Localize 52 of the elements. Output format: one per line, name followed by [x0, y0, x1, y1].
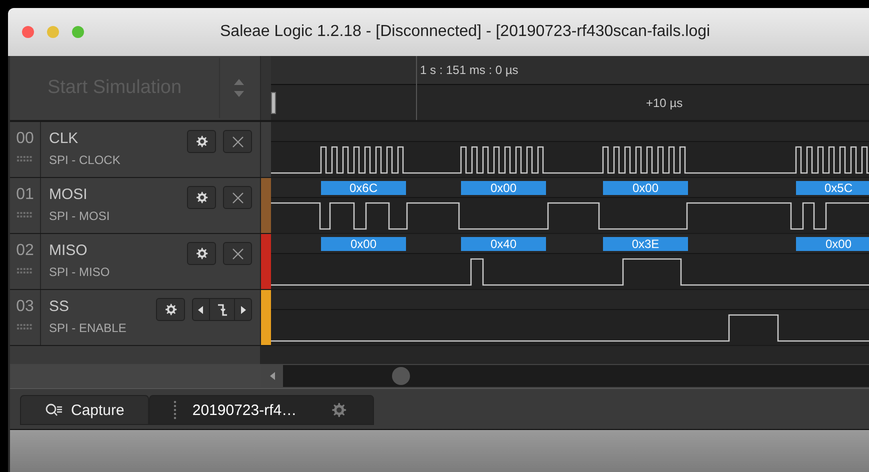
gear-icon [194, 246, 210, 261]
channel-number: 03 [16, 298, 34, 316]
scroll-thumb[interactable] [391, 366, 411, 386]
close-icon [232, 136, 244, 148]
close-icon [232, 192, 244, 204]
scroll-left-button[interactable] [261, 365, 283, 387]
close-button[interactable] [223, 242, 252, 265]
search-icon [45, 403, 63, 417]
channel-name: MISO [49, 242, 88, 259]
decoded-value: 0x00 [796, 237, 869, 251]
time-offset: +10 µs [646, 96, 683, 110]
channel-number: 02 [16, 242, 34, 260]
settings-button[interactable] [156, 298, 185, 321]
drag-handle-icon[interactable] [17, 156, 33, 162]
drag-handle-icon[interactable] [17, 268, 33, 274]
channel-number: 01 [16, 186, 34, 204]
drag-handle-icon[interactable] [17, 324, 33, 330]
channel-name: CLK [49, 130, 80, 147]
decoded-value: 0x00 [461, 181, 546, 195]
decoded-value: 0x40 [461, 237, 546, 251]
drag-handle-icon[interactable] [17, 212, 33, 218]
close-button[interactable] [223, 130, 252, 153]
decoded-value: 0x00 [321, 237, 406, 251]
capture-tab[interactable]: Capture [20, 395, 150, 425]
settings-button[interactable] [187, 186, 216, 209]
decoded-value: 0x5C [796, 181, 869, 195]
falling-edge-icon [216, 302, 228, 316]
window-title: Saleae Logic 1.2.18 - [Disconnected] - [20190723-rf430scan-fails.logi [220, 23, 710, 41]
channel-name: SS [49, 298, 70, 315]
decoded-value: 0x6C [321, 181, 406, 195]
document-tab[interactable]: 20190723-rf4… [149, 395, 374, 425]
splitter-handle[interactable] [271, 92, 276, 114]
falling-edge-trigger-button[interactable] [209, 299, 235, 320]
close-icon [232, 248, 244, 260]
close-button[interactable] [223, 186, 252, 209]
cursor-time: 1 s : 151 ms : 0 µs [420, 63, 518, 77]
gear-icon [194, 134, 210, 149]
channel-name: MOSI [49, 186, 88, 203]
analyzer-name: SPI - MISO [49, 265, 111, 279]
channel-number: 00 [16, 130, 34, 148]
decoded-value: 0x00 [603, 181, 688, 195]
gear-icon [162, 302, 178, 317]
analyzer-name: SPI - MOSI [49, 209, 111, 223]
right-triangle-icon [240, 306, 246, 314]
left-triangle-icon [270, 372, 274, 380]
settings-button[interactable] [187, 130, 216, 153]
analyzer-name: SPI - ENABLE [49, 321, 128, 335]
settings-button[interactable] [187, 242, 216, 265]
analyzer-name: SPI - CLOCK [49, 153, 122, 167]
left-triangle-icon [198, 306, 204, 314]
decoded-value: 0x3E [603, 237, 688, 251]
gear-icon [194, 190, 210, 205]
